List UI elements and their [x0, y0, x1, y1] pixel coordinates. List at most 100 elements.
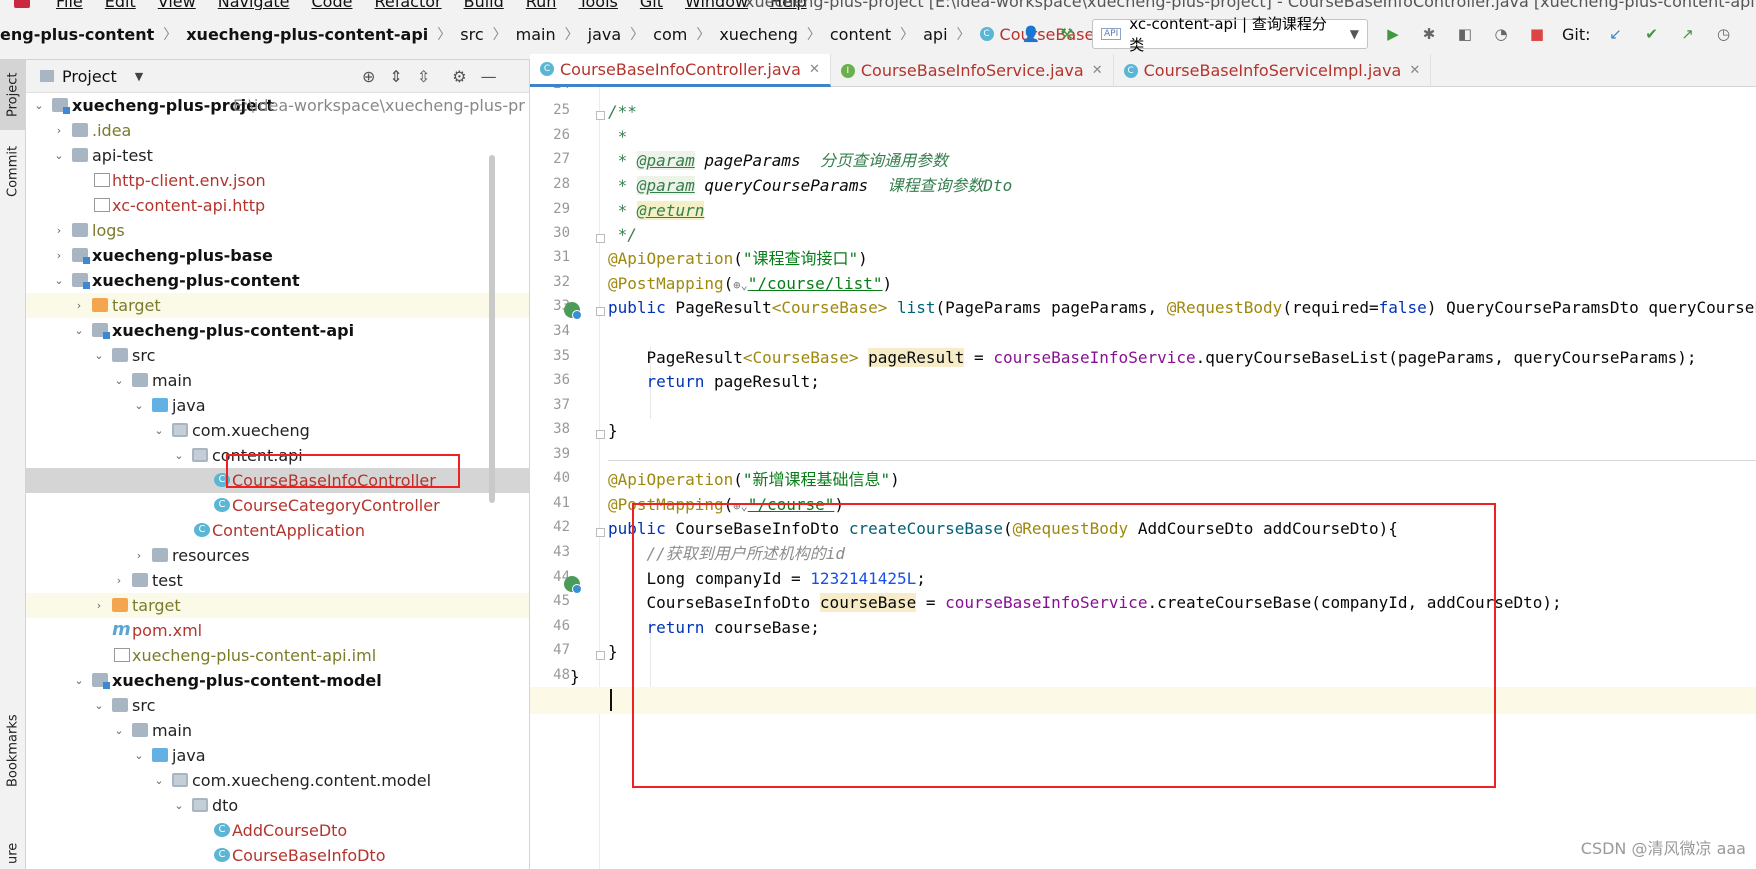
tree-item[interactable]: › .idea — [26, 118, 529, 143]
debug-icon[interactable]: ✱ — [1418, 23, 1440, 45]
chevron-down-icon[interactable]: ⌄ — [52, 143, 66, 168]
tree-item[interactable]: › target — [26, 293, 529, 318]
menu-window[interactable]: Window — [685, 0, 748, 10]
tree-item[interactable]: C AddCourseDto — [26, 818, 529, 843]
tree-item[interactable]: ⌄ main — [26, 368, 529, 393]
menu-file[interactable]: File — [56, 0, 83, 10]
locate-icon[interactable]: ⊕ — [362, 67, 375, 86]
chevron-right-icon[interactable]: › — [92, 593, 106, 618]
chevron-right-icon[interactable]: › — [52, 118, 66, 143]
tree-item[interactable]: ⌄ src — [26, 343, 529, 368]
tree-item[interactable]: ⌄ main — [26, 718, 529, 743]
tree-item[interactable]: xuecheng-plus-content-api.iml — [26, 643, 529, 668]
menu-refactor[interactable]: Refactor — [374, 0, 441, 10]
menu-edit[interactable]: Edit — [105, 0, 136, 10]
menu-navigate[interactable]: Navigate — [218, 0, 290, 10]
chevron-down-icon[interactable]: ⌄ — [172, 793, 186, 818]
chevron-right-icon[interactable]: › — [52, 218, 66, 243]
git-commit-icon[interactable]: ✔ — [1641, 23, 1663, 45]
crumb-content-api[interactable]: xuecheng-plus-content-api — [186, 25, 428, 44]
commit-tool-tab[interactable]: Commit — [0, 136, 26, 206]
crumb-src[interactable]: src — [460, 25, 483, 44]
tree-item[interactable]: ⌄ com.xuecheng — [26, 418, 529, 443]
coverage-icon[interactable]: ◧ — [1454, 23, 1476, 45]
chevron-down-icon[interactable]: ⌄ — [172, 443, 186, 468]
globe-icon[interactable]: ⊕⌄ — [733, 278, 747, 292]
crumb-content[interactable]: content — [830, 25, 891, 44]
chevron-right-icon[interactable]: › — [52, 243, 66, 268]
user-add-icon[interactable]: 👤 — [1020, 23, 1042, 45]
run-configuration-select[interactable]: API xc-content-api | 查询课程分类 ▼ — [1092, 15, 1368, 54]
tree-item[interactable]: › resources — [26, 543, 529, 568]
chevron-down-icon[interactable]: ⌄ — [72, 668, 86, 693]
tree-item[interactable]: ⌄ src — [26, 693, 529, 718]
hide-icon[interactable]: — — [481, 67, 497, 86]
crumb-java[interactable]: java — [588, 25, 622, 44]
chevron-down-icon[interactable]: ⌄ — [112, 368, 126, 393]
tree-item[interactable]: ⌄ xuecheng-plus-content-api — [26, 318, 529, 343]
bookmarks-tool-tab[interactable]: Bookmarks — [0, 706, 26, 796]
git-history-icon[interactable]: ◷ — [1713, 23, 1735, 45]
collapse-all-icon[interactable]: ⇳ — [417, 67, 430, 86]
chevron-down-icon[interactable]: ⌄ — [112, 718, 126, 743]
tree-item[interactable]: › logs — [26, 218, 529, 243]
tree-item[interactable]: › xuecheng-plus-base — [26, 243, 529, 268]
menu-git[interactable]: Git — [640, 0, 663, 10]
run-icon[interactable]: ▶ — [1382, 23, 1404, 45]
gear-icon[interactable]: ⚙ — [452, 67, 466, 86]
crumb-content-module[interactable]: eng-plus-content — [0, 25, 154, 44]
chevron-down-icon[interactable]: ⌄ — [72, 318, 86, 343]
project-tool-tab[interactable]: Project — [0, 60, 26, 130]
chevron-down-icon[interactable]: ⌄ — [92, 693, 106, 718]
close-icon[interactable]: ✕ — [1092, 63, 1103, 78]
tree-item[interactable]: ⌄ java — [26, 393, 529, 418]
git-push-icon[interactable]: ↗ — [1677, 23, 1699, 45]
git-update-icon[interactable]: ↙ — [1605, 23, 1627, 45]
crumb-api[interactable]: api — [923, 25, 947, 44]
chevron-down-icon[interactable]: ⌄ — [52, 268, 66, 293]
tab-service[interactable]: I CourseBaseInfoService.java ✕ — [831, 54, 1114, 87]
tree-item[interactable]: C ContentApplication — [26, 518, 529, 543]
chevron-down-icon[interactable]: ⌄ — [132, 743, 146, 768]
close-icon[interactable]: ✕ — [809, 62, 820, 77]
stop-icon[interactable]: ■ — [1526, 23, 1548, 45]
close-icon[interactable]: ✕ — [1409, 63, 1420, 78]
menu-run[interactable]: Run — [526, 0, 557, 10]
tree-item[interactable]: m pom.xml — [26, 618, 529, 643]
tree-item[interactable]: ⌄ com.xuecheng.content.model — [26, 768, 529, 793]
menu-view[interactable]: View — [158, 0, 196, 10]
chevron-right-icon[interactable]: › — [132, 543, 146, 568]
chevron-down-icon[interactable]: ▼ — [135, 70, 143, 83]
build-hammer-icon[interactable]: ⚒ — [1056, 23, 1078, 45]
tree-item[interactable]: ⌄ xuecheng-plus-content-model — [26, 668, 529, 693]
crumb-xuecheng[interactable]: xuecheng — [719, 25, 798, 44]
chevron-right-icon[interactable]: › — [72, 293, 86, 318]
tree-item[interactable]: ⌄ api-test — [26, 143, 529, 168]
tree-item[interactable]: C CourseBaseInfoDto — [26, 843, 529, 868]
tab-service-impl[interactable]: C CourseBaseInfoServiceImpl.java ✕ — [1114, 54, 1432, 87]
profile-icon[interactable]: ◔ — [1490, 23, 1512, 45]
crumb-com[interactable]: com — [653, 25, 687, 44]
tree-item[interactable]: ⌄ xuecheng-plus-project E:\idea-workspac… — [26, 93, 529, 118]
menu-code[interactable]: Code — [312, 0, 353, 10]
crumb-main[interactable]: main — [516, 25, 556, 44]
tree-item[interactable]: › test — [26, 568, 529, 593]
tab-controller[interactable]: C CourseBaseInfoController.java ✕ — [530, 54, 831, 87]
chevron-down-icon[interactable]: ⌄ — [32, 93, 46, 118]
menu-tools[interactable]: Tools — [578, 0, 617, 10]
tree-item[interactable]: http-client.env.json — [26, 168, 529, 193]
tree-item[interactable]: ⌄ dto — [26, 793, 529, 818]
menu-build[interactable]: Build — [464, 0, 504, 10]
tree-item[interactable]: ⌄ java — [26, 743, 529, 768]
project-scrollbar[interactable] — [489, 155, 495, 503]
expand-all-icon[interactable]: ⇕ — [389, 67, 402, 86]
chevron-down-icon[interactable]: ⌄ — [92, 343, 106, 368]
tree-item[interactable]: xc-content-api.http — [26, 193, 529, 218]
chevron-down-icon[interactable]: ⌄ — [152, 768, 166, 793]
tree-item[interactable]: ⌄ xuecheng-plus-content — [26, 268, 529, 293]
chevron-down-icon[interactable]: ⌄ — [132, 393, 146, 418]
chevron-right-icon[interactable]: › — [112, 568, 126, 593]
structure-tool-tab[interactable]: ure — [0, 838, 26, 868]
tree-item[interactable]: C CourseCategoryController — [26, 493, 529, 518]
project-panel-title[interactable]: Project — [62, 67, 117, 86]
